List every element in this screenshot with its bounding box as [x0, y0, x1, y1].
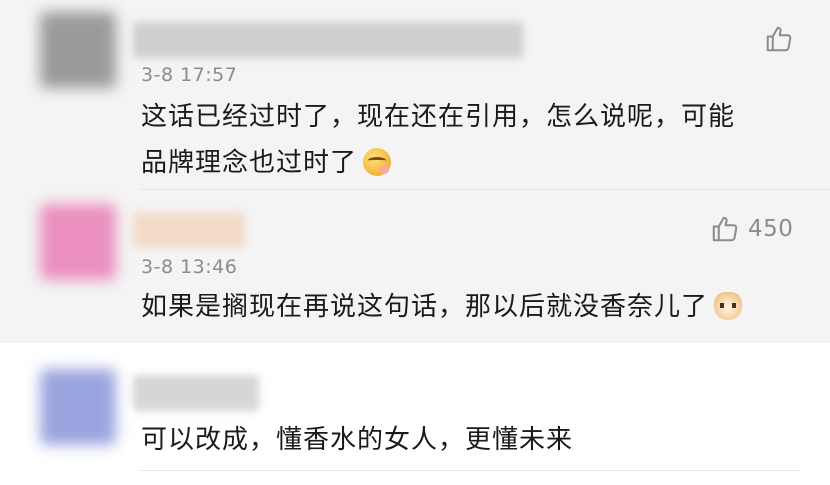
comment-text: 可以改成，懂香水的女人，更懂未来 [141, 417, 573, 463]
thumbs-up-icon [712, 216, 738, 242]
divider [141, 470, 801, 471]
comment-time: 3-8 13:46 [141, 256, 238, 278]
like-button[interactable] [764, 24, 794, 54]
comment-text: 如果是搁现在再说这句话，那以后就没香奈儿了 [141, 284, 743, 330]
comment-text: 这话已经过时了，现在还在引用，怎么说呢，可能 品牌理念也过时了 [141, 94, 735, 186]
avatar[interactable] [40, 12, 116, 88]
comment-text-line: 可以改成，懂香水的女人，更懂未来 [141, 425, 574, 455]
comment-text-line: 品牌理念也过时了 [141, 148, 358, 178]
comment-text-line-with-emoji: 品牌理念也过时了 [141, 140, 735, 186]
username-blurred[interactable] [133, 212, 245, 248]
comment-item: 3-8 17:57 这话已经过时了，现在还在引用，怎么说呢，可能 品牌理念也过时… [0, 0, 830, 190]
username-blurred[interactable] [133, 22, 523, 58]
cat-face-emoji [714, 292, 743, 320]
like-button[interactable]: 450 [710, 214, 793, 244]
comment-text-line: 这话已经过时了，现在还在引用，怎么说呢，可能 [141, 102, 736, 132]
savoring-face-emoji [363, 148, 392, 176]
avatar[interactable] [40, 204, 116, 280]
comment-time: 3-8 17:57 [141, 64, 238, 86]
comment-text-line: 如果是搁现在再说这句话，那以后就没香奈儿了 [141, 292, 709, 322]
avatar[interactable] [40, 369, 116, 445]
comment-item: 3-8 13:46 如果是搁现在再说这句话，那以后就没香奈儿了 450 [0, 190, 830, 343]
username-blurred[interactable] [133, 375, 259, 411]
thumbs-up-icon [766, 26, 792, 52]
like-count: 450 [748, 216, 794, 242]
comment-item: 可以改成，懂香水的女人，更懂未来 [0, 343, 830, 485]
